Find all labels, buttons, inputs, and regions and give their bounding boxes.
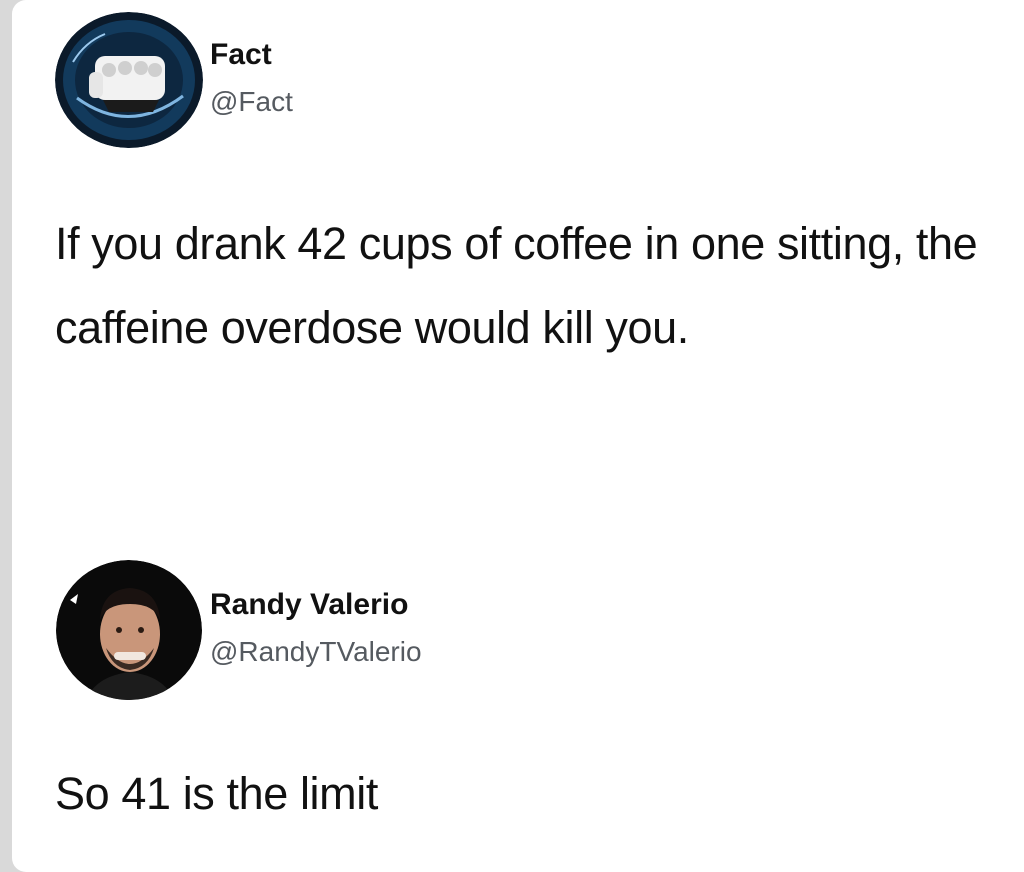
- fact-logo-icon: [55, 12, 203, 148]
- reply-author-handle[interactable]: @RandyTValerio: [210, 636, 422, 668]
- user-photo-avatar: [56, 560, 202, 700]
- reply-text: So 41 is the limit: [55, 768, 378, 819]
- author-handle[interactable]: @Fact: [210, 86, 293, 118]
- tweet-text: If you drank 42 cups of coffee in one si…: [55, 218, 978, 353]
- reply-avatar[interactable]: [56, 560, 202, 700]
- author-name[interactable]: Fact: [210, 38, 272, 72]
- post-card: Fact @Fact If you drank 42 cups of coffe…: [12, 0, 1024, 872]
- fact-avatar[interactable]: [55, 12, 203, 148]
- reply-author-name[interactable]: Randy Valerio: [210, 588, 408, 622]
